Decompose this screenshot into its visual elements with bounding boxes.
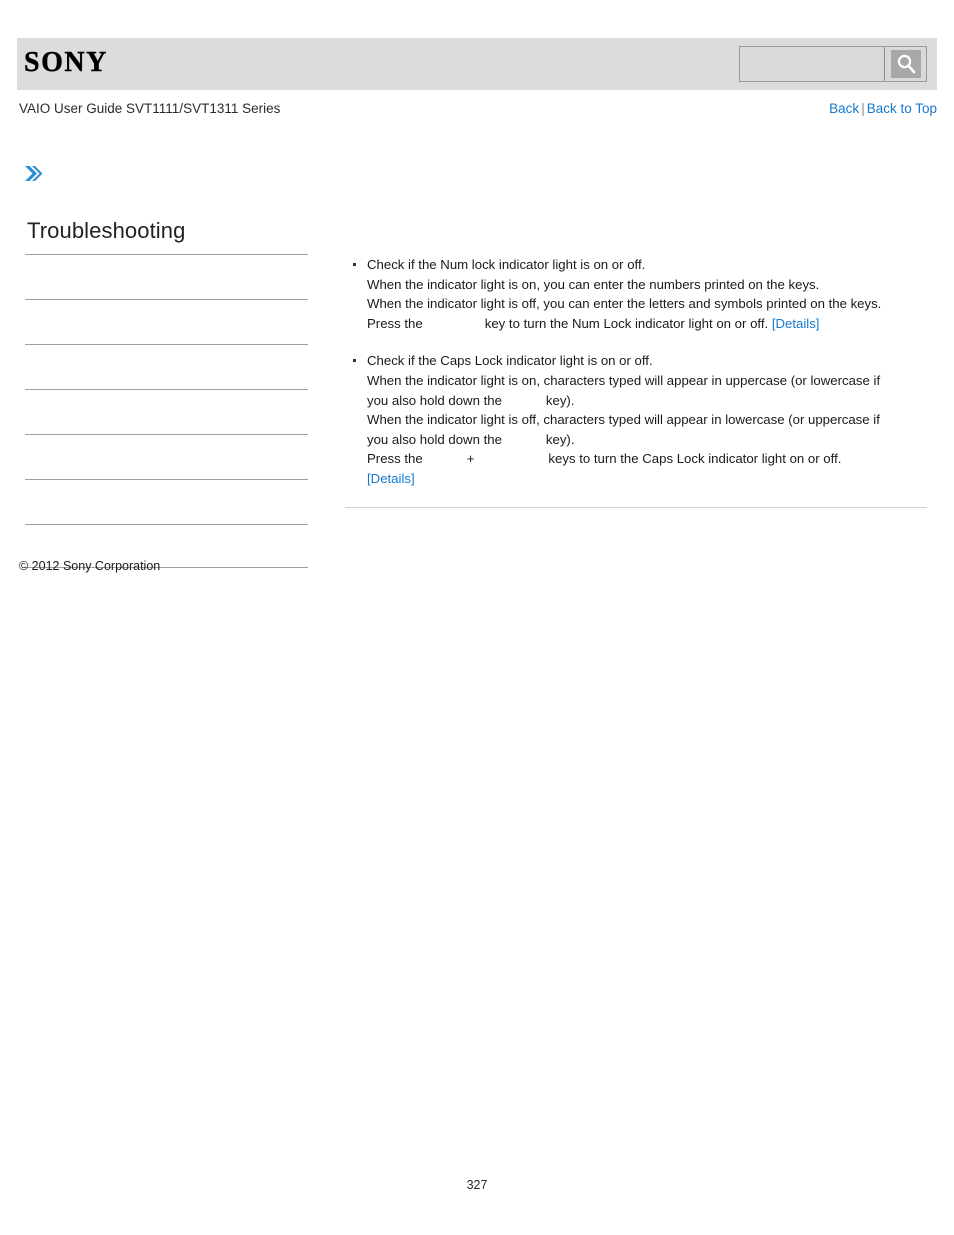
list-item: Check if the Caps Lock indicator light i… — [345, 351, 928, 488]
sidebar-item-5[interactable] — [25, 434, 308, 479]
document-page: SONY VAIO User Guide SVT1111/SVT1311 Ser… — [0, 0, 954, 1235]
sony-logo: SONY — [24, 47, 108, 78]
troubleshooting-list: Check if the Num lock indicator light is… — [345, 255, 928, 489]
guide-title: VAIO User Guide SVT1111/SVT1311 Series — [19, 101, 281, 116]
page-number: 327 — [466, 1178, 488, 1192]
press-suffix: key to turn the Num Lock indicator light… — [484, 315, 769, 331]
sidebar-item-3[interactable] — [25, 344, 308, 389]
bullet-2-line-1: Check if the Caps Lock indicator light i… — [367, 353, 653, 369]
list-item: Check if the Num lock indicator light is… — [345, 255, 928, 333]
press-prefix: Press the — [367, 451, 423, 467]
content-bottom-divider — [345, 507, 927, 508]
bullet-2-press-line: Press the + keys to turn the Caps Lock ind… — [367, 449, 928, 469]
sidebar-item-2[interactable] — [25, 299, 308, 344]
bullet-2-line-3: you also hold down the key). — [367, 391, 928, 411]
main-content: Check if the Num lock indicator light is… — [345, 255, 928, 507]
bullet-1-line-3: When the indicator light is off, you can… — [367, 296, 882, 312]
bullet-1-press-line: Press the key to turn the Num Lock indica… — [367, 314, 928, 334]
hold-down-prefix-off: you also hold down the — [367, 431, 502, 447]
bullet-1-line-1: Check if the Num lock indicator light is… — [367, 257, 646, 272]
bullet-2-line-5: you also hold down the key). — [367, 430, 928, 450]
sidebar-item-4[interactable] — [25, 389, 308, 434]
bullet-2-details-line: [Details] — [367, 469, 928, 489]
sidebar-item-6[interactable] — [25, 479, 308, 524]
details-link[interactable]: [Details] — [772, 316, 820, 331]
site-header: SONY — [17, 38, 937, 90]
bullet-1-line-2: When the indicator light is on, you can … — [367, 276, 820, 292]
sidebar-item-1[interactable] — [25, 254, 308, 299]
details-link[interactable]: [Details] — [367, 471, 415, 486]
hold-down-prefix-on: you also hold down the — [367, 392, 502, 408]
press-prefix: Press the — [367, 315, 423, 331]
press-suffix: keys to turn the Caps Lock indicator lig… — [548, 451, 842, 467]
double-chevron-right-icon[interactable] — [22, 162, 46, 186]
bullet-2-line-4: When the indicator light is off, charact… — [367, 412, 880, 428]
press-plus: + — [466, 451, 475, 467]
hold-down-suffix-off: key). — [545, 431, 575, 447]
nav-separator: | — [861, 101, 865, 116]
hold-down-suffix-on: key). — [545, 392, 575, 408]
back-to-top-link[interactable]: Back to Top — [867, 101, 937, 116]
header-nav-links: Back | Back to Top — [829, 101, 937, 116]
search-icon — [890, 50, 921, 78]
back-link[interactable]: Back — [829, 101, 859, 116]
search-button[interactable] — [884, 47, 926, 81]
bullet-2-line-2: When the indicator light is on, characte… — [367, 372, 881, 388]
search-box[interactable] — [739, 46, 927, 82]
sidebar: Troubleshooting — [25, 218, 308, 568]
page-title: Troubleshooting — [27, 218, 186, 243]
sidebar-nav-list — [25, 254, 308, 568]
search-input[interactable] — [740, 47, 884, 81]
copyright-text: © 2012 Sony Corporation — [19, 559, 161, 573]
